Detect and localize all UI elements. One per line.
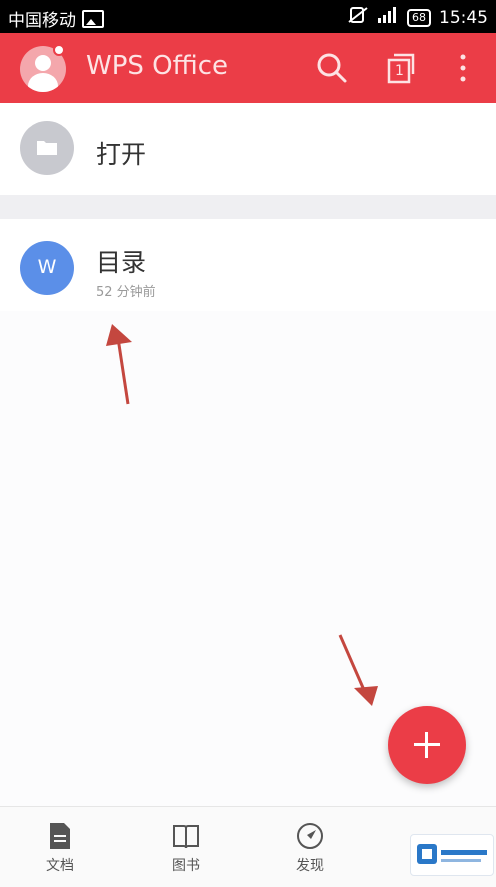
nav-label: 文档	[46, 858, 74, 874]
carrier-label: 中国移动	[8, 11, 76, 31]
open-label: 打开	[96, 140, 147, 169]
document-icon	[50, 823, 70, 849]
compass-icon	[297, 823, 323, 849]
add-button[interactable]	[388, 706, 466, 784]
book-icon	[173, 825, 199, 849]
status-bar: 中国移动 68 15:45	[0, 0, 496, 33]
nav-documents[interactable]: 文档	[20, 821, 100, 875]
tab-count: 1	[395, 63, 404, 79]
list-item[interactable]: W 目录 52 分钟前	[0, 219, 496, 311]
nav-books[interactable]: 图书	[146, 821, 226, 875]
nav-label: 图书	[172, 858, 200, 874]
document-type-icon: W	[20, 241, 74, 295]
image-notification-icon	[82, 9, 104, 28]
tabs-button[interactable]: 1	[385, 51, 419, 85]
notification-dot	[53, 44, 65, 56]
search-icon[interactable]	[315, 51, 349, 85]
document-timestamp: 52 分钟前	[96, 285, 156, 300]
app-title: WPS Office	[86, 51, 229, 81]
section-divider	[0, 195, 496, 219]
document-letter: W	[37, 256, 57, 278]
clock: 15:45	[439, 7, 488, 28]
battery-icon: 68	[407, 8, 431, 27]
app-bar: WPS Office 1	[0, 33, 496, 103]
folder-icon	[20, 121, 74, 175]
more-menu-icon[interactable]	[446, 51, 480, 85]
signal-icon	[377, 6, 399, 29]
nav-label: 发现	[296, 858, 324, 874]
watermark-logo	[410, 834, 494, 876]
document-title: 目录	[96, 248, 147, 277]
no-sim-icon	[347, 6, 369, 29]
nav-discover[interactable]: 发现	[270, 821, 350, 875]
open-row[interactable]: 打开	[0, 103, 496, 195]
